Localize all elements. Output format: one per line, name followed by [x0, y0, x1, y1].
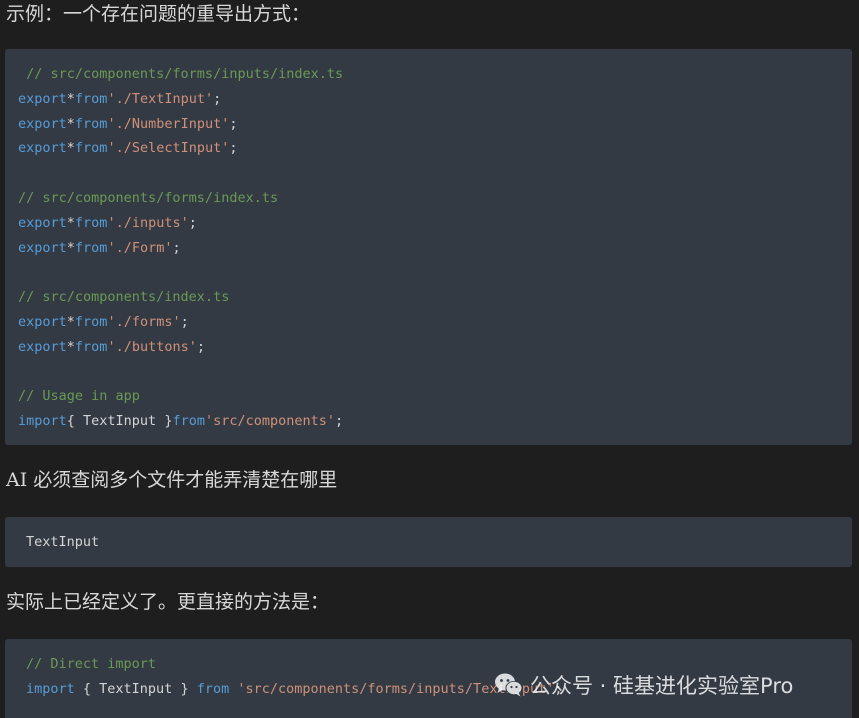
code-token: ; [229, 140, 238, 157]
code-token: from [74, 338, 108, 355]
code-token: // src/components/forms/index.ts [18, 190, 279, 206]
code-line: export*from'./TextInput'; [18, 90, 221, 108]
code-line: export*from'./inputs'; [18, 214, 197, 232]
code-token: export [18, 338, 67, 355]
code-line: export*from'./Form'; [18, 239, 181, 257]
code-token: * [66, 115, 75, 132]
intro-paragraph: 示例：一个存在问题的重导出方式： [6, 3, 311, 25]
code-token: export [18, 140, 67, 157]
code-token: ; [229, 115, 238, 132]
code-token: * [66, 140, 75, 157]
code-token: { TextInput } [74, 680, 197, 697]
code-token: export [18, 90, 67, 107]
code-line: TextInput [26, 533, 99, 551]
code-token: './SelectInput' [107, 140, 230, 157]
code-token: export [18, 115, 67, 132]
code-token: ; [172, 239, 181, 256]
code-token: import [26, 680, 75, 697]
code-token: export [18, 239, 67, 256]
code-token: * [66, 214, 75, 231]
code-token: // src/components/forms/inputs/index.ts [18, 66, 344, 82]
code-token: './inputs' [107, 214, 189, 231]
code-token: * [66, 314, 75, 330]
code-line: // Direct import [26, 655, 156, 673]
middle-paragraph: AI 必须查阅多个文件才能弄清楚在哪里 [6, 469, 338, 491]
code-token: TextInput [26, 534, 100, 550]
code-line: export*from'./buttons'; [18, 338, 205, 356]
code-line: // src/components/index.ts [18, 288, 229, 306]
code-token: from [74, 314, 108, 330]
code-line: // src/components/forms/index.ts [18, 189, 278, 207]
code-block-reexport: // src/components/forms/inputs/index.ts e… [5, 49, 852, 445]
code-token: './TextInput' [107, 90, 214, 107]
code-token: from [172, 413, 205, 430]
code-token: { TextInput } [66, 413, 173, 430]
code-token: './forms' [107, 314, 181, 330]
code-token: // Direct import [26, 656, 157, 672]
code-token: ; [196, 338, 205, 355]
code-token: './NumberInput' [107, 115, 230, 132]
code-token: * [66, 338, 75, 355]
code-token: ; [180, 314, 189, 330]
code-token: export [18, 214, 67, 231]
code-token: export [18, 314, 67, 330]
code-token: * [66, 90, 75, 107]
code-token: 'src/components' [204, 413, 336, 430]
code-line: import { TextInput } from 'src/component… [26, 680, 562, 698]
code-token: './buttons' [107, 338, 197, 355]
code-token: from [74, 115, 108, 132]
code-token: import [18, 413, 67, 430]
code-token: './Form' [107, 239, 173, 256]
watermark: 公众号 · 硅基进化实验室Pro [494, 670, 793, 700]
code-block-symbol: TextInput [5, 517, 852, 567]
code-line: export*from'./NumberInput'; [18, 115, 238, 133]
code-line: export*from'./SelectInput'; [18, 139, 238, 157]
code-token: // Usage in app [18, 388, 140, 405]
code-token: ; [213, 90, 222, 107]
code-token: from [74, 214, 108, 231]
code-line: export*from'./forms'; [18, 313, 189, 331]
code-token: from [196, 680, 230, 697]
code-token: // src/components/index.ts [18, 289, 230, 306]
code-line: // src/components/forms/inputs/index.ts [18, 65, 343, 83]
code-token: ; [188, 214, 197, 231]
conclusion-paragraph: 实际上已经定义了。更直接的方法是： [6, 591, 330, 613]
code-token: ; [335, 413, 344, 430]
code-token: from [74, 239, 108, 256]
wechat-icon [494, 672, 524, 698]
code-token: from [74, 90, 108, 107]
code-token: * [66, 239, 75, 256]
code-token: from [74, 140, 108, 157]
code-line: // Usage in app [18, 387, 140, 405]
watermark-text: 公众号 · 硅基进化实验室Pro [530, 674, 794, 698]
code-line: import{ TextInput }from'src/components'; [18, 412, 343, 430]
